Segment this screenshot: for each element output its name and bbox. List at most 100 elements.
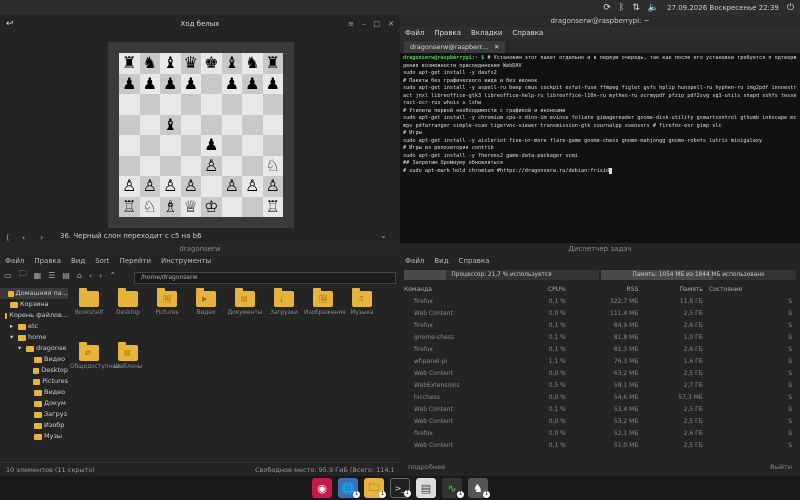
chess-square[interactable] — [221, 94, 242, 115]
chess-square[interactable] — [201, 94, 222, 115]
fm-file-item[interactable]: ▤ Шаблоны — [109, 342, 147, 370]
bluetooth-icon[interactable]: ᛒ — [619, 3, 624, 13]
fm-file-item[interactable]: ▶ Видео — [187, 288, 225, 316]
forward-icon[interactable]: › — [99, 271, 102, 280]
fm-menu-tools[interactable]: Инструменты — [161, 255, 211, 267]
tm-menu-view[interactable]: Вид — [434, 255, 448, 267]
table-row[interactable]: firefox 0,1 % 84,9 МБ 2,6 ГБ S — [404, 319, 796, 331]
up-icon[interactable]: ⌃ — [109, 271, 116, 280]
chess-square[interactable]: ♟ — [180, 73, 201, 94]
fm-sidebar-item[interactable]: ▸ etc — [0, 321, 68, 332]
chess-square[interactable] — [201, 73, 222, 94]
view-compact-icon[interactable]: ▤ — [62, 271, 70, 280]
tm-column-header[interactable]: Состояние — [709, 283, 780, 295]
chess-square[interactable] — [180, 135, 201, 156]
table-row[interactable]: gnome-chess 0,1 % 81,8 МБ 1,0 ГБ S — [404, 331, 796, 343]
task-manager-icon[interactable]: ∿ 1 — [442, 478, 464, 498]
chess-square[interactable] — [119, 155, 140, 176]
power-icon[interactable]: ⏻ — [787, 3, 794, 13]
fm-menu-edit[interactable]: Правка — [34, 255, 61, 267]
fm-sidebar-item[interactable]: Видео — [0, 387, 68, 398]
fm-sidebar-item[interactable]: ▾ dragonse — [0, 343, 68, 354]
terminal-output[interactable]: dragonserw@raspberrypi:~ $ # Установим э… — [400, 53, 800, 177]
tm-quit-button[interactable]: Выйти — [770, 463, 792, 471]
chess-square[interactable] — [139, 135, 160, 156]
menu-edit[interactable]: Правка — [434, 27, 461, 39]
table-row[interactable]: WebExtensions 0,5 % 59,1 МБ 2,7 ГБ S — [404, 379, 796, 391]
chess-square[interactable] — [221, 135, 242, 156]
fm-file-item[interactable]: ▤ Документы — [226, 288, 264, 316]
fm-sidebar-item[interactable]: Корзина — [0, 299, 68, 310]
view-icons-icon[interactable]: ▦ — [34, 271, 42, 280]
sync-icon[interactable]: ⟳ — [603, 3, 611, 13]
chess-square[interactable] — [160, 135, 181, 156]
chess-square[interactable]: ♟ — [160, 73, 181, 94]
chess-square[interactable] — [139, 114, 160, 135]
chess-square[interactable] — [160, 94, 181, 115]
fm-menu-view[interactable]: Вид — [71, 255, 85, 267]
chess-square[interactable]: ♘ — [262, 155, 283, 176]
chess-square[interactable]: ♚ — [201, 53, 222, 74]
table-row[interactable]: hicchess 0,0 % 54,6 МБ 57,3 МБ S — [404, 391, 796, 403]
minimize-icon[interactable]: – — [362, 20, 366, 28]
fm-menu-go[interactable]: Перейти — [120, 255, 152, 267]
fm-file-item[interactable]: Bookshelf — [70, 288, 108, 316]
chess-square[interactable] — [180, 155, 201, 176]
fm-path-input[interactable]: /home/dragonserw — [134, 272, 396, 284]
browser-icon[interactable]: 🌐 1 — [338, 478, 360, 498]
fm-sidebar-item[interactable]: Докум — [0, 398, 68, 409]
chess-square[interactable]: ♗ — [160, 196, 181, 217]
chess-square[interactable]: ♔ — [201, 196, 222, 217]
chess-square[interactable] — [262, 94, 283, 115]
chess-square[interactable]: ♟ — [139, 73, 160, 94]
chess-square[interactable]: ♟ — [242, 73, 263, 94]
expand-arrow-icon[interactable]: ▾ — [10, 332, 16, 343]
close-icon[interactable]: ✕ — [388, 20, 394, 28]
chess-square[interactable]: ♝ — [160, 53, 181, 74]
fm-file-item[interactable]: 🖼 Изображения — [304, 288, 346, 316]
fm-sidebar-item[interactable]: Загруз — [0, 409, 68, 420]
fm-file-item[interactable]: ⇄ Общедоступные — [70, 342, 120, 370]
table-row[interactable]: Web Content 0,1 % 51,0 МБ 2,5 ГБ S — [404, 439, 796, 451]
fm-menu-file[interactable]: Файл — [5, 255, 24, 267]
chess-square[interactable] — [242, 135, 263, 156]
chess-square[interactable] — [160, 155, 181, 176]
chess-square[interactable] — [119, 114, 140, 135]
chess-square[interactable] — [201, 176, 222, 197]
raspberry-menu-icon[interactable]: ◉ — [312, 478, 332, 498]
chess-square[interactable] — [262, 114, 283, 135]
volume-icon[interactable]: 🔈 — [648, 3, 659, 13]
chess-square[interactable] — [180, 114, 201, 135]
chess-square[interactable] — [221, 196, 242, 217]
chess-square[interactable]: ♙ — [139, 176, 160, 197]
chess-square[interactable]: ♞ — [242, 53, 263, 74]
fm-file-item[interactable]: 🖼 Pictures — [148, 288, 186, 316]
tm-column-header[interactable]: CPU% — [521, 283, 571, 295]
terminal-tab[interactable]: dragonserw@raspberr... ✕ — [404, 41, 506, 53]
expand-arrow-icon[interactable]: ▸ — [10, 321, 16, 332]
menu-icon[interactable]: ≡ — [348, 20, 354, 28]
expand-arrow-icon[interactable]: ▾ — [18, 343, 24, 354]
clock[interactable]: 27.09.2026 Воскресенье 22:39 — [667, 4, 779, 12]
chess-square[interactable]: ♜ — [119, 53, 140, 74]
chess-square[interactable]: ♙ — [242, 176, 263, 197]
fm-sidebar-item[interactable]: Корень файлов... — [0, 310, 68, 321]
chess-square[interactable] — [221, 155, 242, 176]
table-row[interactable]: firefox 0,1 % 322,7 МБ 11,8 ГБ S — [404, 295, 796, 307]
chess-square[interactable]: ♟ — [262, 73, 283, 94]
fm-sidebar-item[interactable]: Домашняя па... — [0, 288, 68, 299]
chess-square[interactable] — [242, 114, 263, 135]
dropdown-chevron-icon[interactable]: ⌄ — [380, 231, 387, 240]
fm-sidebar-item[interactable]: Pictures — [0, 376, 68, 387]
chess-square[interactable]: ♙ — [201, 155, 222, 176]
table-row[interactable]: firefox 0,1 % 81,3 МБ 2,6 ГБ S — [404, 343, 796, 355]
back-icon[interactable]: ‹ — [89, 271, 92, 280]
chess-square[interactable]: ♞ — [139, 53, 160, 74]
table-row[interactable]: Web Content 0,0 % 111,4 МБ 2,5 ГБ S — [404, 307, 796, 319]
chess-square[interactable]: ♛ — [180, 53, 201, 74]
menu-help[interactable]: Справка — [512, 27, 543, 39]
maximize-icon[interactable]: □ — [374, 20, 381, 28]
fm-file-item[interactable]: ♫ Музыка — [343, 288, 381, 316]
home-icon[interactable]: ⌂ — [77, 271, 82, 280]
chess-square[interactable]: ♟ — [119, 73, 140, 94]
